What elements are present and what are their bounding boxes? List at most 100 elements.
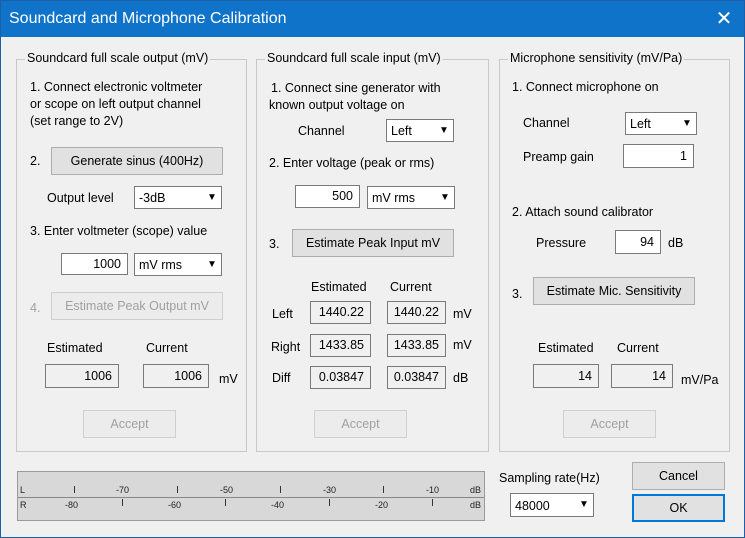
output-current-value-box: 1006	[143, 364, 209, 388]
calibration-dialog: Soundcard and Microphone Calibration ✕ S…	[0, 0, 745, 538]
meter-tick	[329, 499, 330, 506]
voltmeter-value: 1000	[93, 257, 121, 271]
sampling-rate-value: 48000	[515, 499, 550, 513]
ok-button[interactable]: OK	[632, 494, 725, 522]
mic-pressure-value: 94	[640, 235, 654, 249]
sampling-rate-select[interactable]: 48000 ▼	[510, 493, 594, 517]
chevron-down-icon: ▼	[439, 125, 449, 136]
input-left-estimated-box: 1440.22	[310, 301, 371, 324]
output-estimated-label: Estimated	[47, 341, 103, 355]
output-step4-number: 4.	[30, 301, 41, 315]
input-voltage-input[interactable]: 500	[295, 185, 360, 208]
mic-step1-label: 1. Connect microphone on	[512, 80, 659, 94]
meter-bottom-unit: dB	[470, 500, 482, 510]
input-step3-number: 3.	[269, 237, 280, 251]
mic-estimated-value-box: 14	[533, 364, 599, 388]
input-diff-unit: dB	[453, 371, 469, 385]
output-level-label: Output level	[47, 191, 114, 205]
meter-top-tick-label: -30	[323, 485, 337, 495]
meter-tick	[225, 499, 226, 506]
meter-bottom-tick-label: -20	[375, 500, 389, 510]
generate-sinus-button[interactable]: Generate sinus (400Hz)	[51, 147, 223, 175]
mic-preamp-value: 1	[680, 149, 687, 163]
meter-bottom-tick-label: -80	[65, 500, 79, 510]
output-estimated-value-box: 1006	[45, 364, 119, 388]
input-left-current-box: 1440.22	[387, 301, 446, 324]
meter-top-unit: dB	[470, 485, 482, 495]
meter-tick	[122, 499, 123, 506]
output-unit-value: mV rms	[139, 258, 183, 272]
mic-current-value: 14	[652, 369, 666, 383]
input-channel-value: Left	[391, 124, 412, 138]
mic-channel-label: Channel	[523, 116, 570, 130]
input-step2-label: 2. Enter voltage (peak or rms)	[269, 156, 435, 170]
meter-tick	[383, 486, 384, 493]
input-row-left-label: Left	[272, 307, 293, 321]
input-right-unit: mV	[453, 338, 472, 352]
input-right-current: 1433.85	[393, 338, 439, 352]
output-step2-number: 2.	[30, 154, 41, 168]
voltmeter-value-input[interactable]: 1000	[61, 253, 128, 275]
mic-step2-label: 2. Attach sound calibrator	[512, 205, 654, 219]
input-accept-button[interactable]: Accept	[314, 410, 407, 438]
level-meter: L R -70 -50 -30 -10 dB -80 -60 -40 -20 d…	[17, 471, 485, 521]
output-step3-label: 3. Enter voltmeter (scope) value	[30, 224, 208, 238]
mic-channel-select[interactable]: Left ▼	[625, 112, 697, 135]
meter-tick	[74, 486, 75, 493]
chevron-down-icon: ▼	[207, 259, 217, 270]
input-left-current: 1440.22	[393, 305, 439, 319]
output-level-select[interactable]: -3dB ▼	[134, 186, 222, 209]
mic-estimated-value: 14	[578, 369, 592, 383]
mic-current-label: Current	[617, 341, 659, 355]
output-step1-line3: (set range to 2V)	[30, 114, 124, 128]
input-diff-current-box: 0.03847	[387, 366, 446, 389]
mic-preamp-input[interactable]: 1	[623, 144, 694, 168]
mic-pressure-label: Pressure	[536, 236, 587, 250]
mic-preamp-label: Preamp gain	[523, 150, 594, 164]
chevron-down-icon: ▼	[579, 499, 589, 510]
cancel-button[interactable]: Cancel	[632, 462, 725, 490]
mic-group-title: Microphone sensitivity (mV/Pa)	[508, 51, 685, 65]
output-step1-line1: 1. Connect electronic voltmeter	[30, 80, 203, 94]
input-right-current-box: 1433.85	[387, 334, 446, 357]
meter-tick	[432, 499, 433, 506]
title-bar: Soundcard and Microphone Calibration ✕	[1, 1, 744, 37]
input-right-estimated: 1433.85	[318, 338, 364, 352]
window-title: Soundcard and Microphone Calibration	[9, 10, 287, 27]
close-icon[interactable]: ✕	[710, 5, 738, 33]
estimate-mic-sensitivity-button[interactable]: Estimate Mic. Sensitivity	[533, 277, 695, 305]
meter-top-tick-label: -50	[220, 485, 234, 495]
chevron-down-icon: ▼	[207, 192, 217, 203]
mic-step3-number: 3.	[512, 287, 523, 301]
output-accept-button[interactable]: Accept	[83, 410, 176, 438]
input-channel-label: Channel	[298, 124, 345, 138]
input-left-estimated: 1440.22	[318, 305, 364, 319]
output-current-label: Current	[146, 341, 188, 355]
output-step1-line2: or scope on left output channel	[30, 97, 201, 111]
input-step1-line1: 1. Connect sine generator with	[271, 81, 441, 95]
input-estimated-label: Estimated	[311, 280, 367, 294]
input-row-diff-label: Diff	[272, 371, 291, 385]
input-group-title: Soundcard full scale input (mV)	[265, 51, 443, 65]
output-unit-label: mV	[219, 372, 238, 386]
output-level-value: -3dB	[139, 191, 166, 205]
input-unit-select[interactable]: mV rms ▼	[367, 186, 455, 209]
output-group-title: Soundcard full scale output (mV)	[25, 51, 211, 65]
input-left-unit: mV	[453, 307, 472, 321]
mic-accept-button[interactable]: Accept	[563, 410, 656, 438]
input-right-estimated-box: 1433.85	[310, 334, 371, 357]
input-channel-select[interactable]: Left ▼	[386, 119, 454, 142]
mic-pressure-unit: dB	[668, 236, 684, 250]
meter-bottom-tick-label: -40	[271, 500, 285, 510]
meter-bottom-tick-label: -60	[168, 500, 182, 510]
chevron-down-icon: ▼	[682, 118, 692, 129]
mic-pressure-input[interactable]: 94	[615, 230, 661, 254]
estimate-peak-input-button[interactable]: Estimate Peak Input mV	[292, 229, 454, 257]
mic-channel-value: Left	[630, 117, 651, 131]
output-unit-select[interactable]: mV rms ▼	[134, 253, 222, 276]
mic-estimated-label: Estimated	[538, 341, 594, 355]
output-estimated-value: 1006	[84, 369, 112, 383]
mic-current-value-box: 14	[611, 364, 673, 388]
input-diff-estimated: 0.03847	[318, 370, 364, 384]
estimate-peak-output-button[interactable]: Estimate Peak Output mV	[51, 292, 223, 320]
